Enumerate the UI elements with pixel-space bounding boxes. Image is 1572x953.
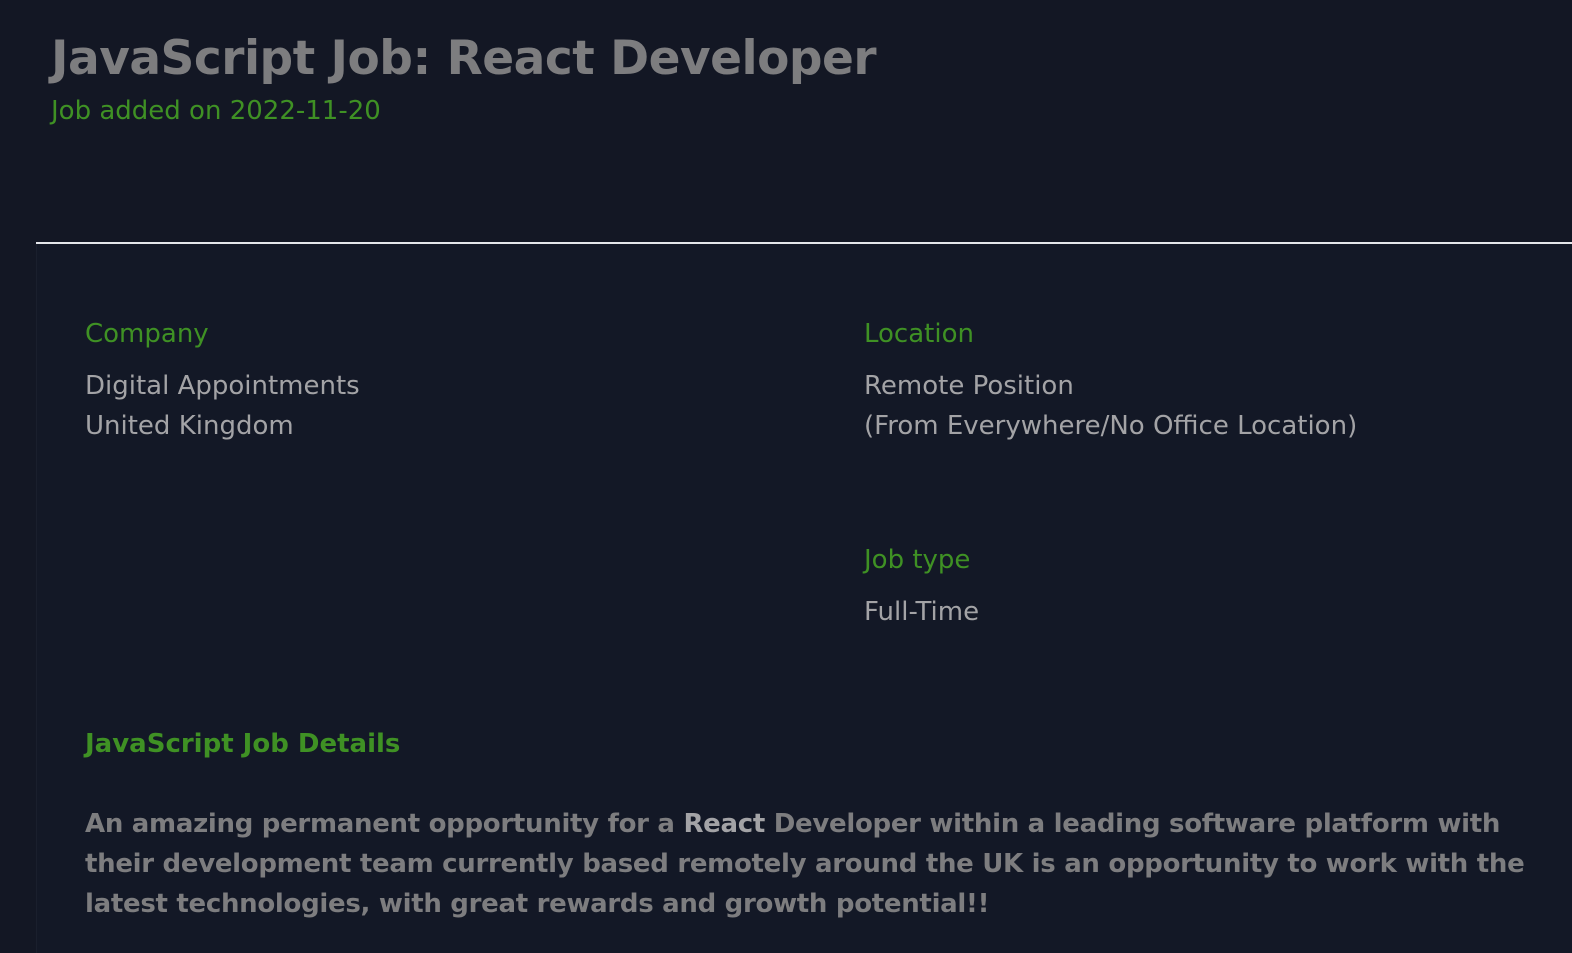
description-intro: An amazing permanent opportunity for a: [85, 809, 684, 839]
company-country: United Kingdom: [85, 411, 294, 441]
job-added-date: Job added on 2022-11-20: [51, 96, 381, 126]
location-label: Location: [864, 319, 974, 349]
job-description: An amazing permanent opportunity for a R…: [85, 804, 1555, 924]
job-details-panel: Company Digital Appointments United King…: [36, 244, 1572, 953]
job-details-heading: JavaScript Job Details: [85, 729, 401, 759]
job-type-value: Full-Time: [864, 597, 980, 627]
location-primary: Remote Position: [864, 371, 1074, 401]
company-name: Digital Appointments: [85, 371, 360, 401]
job-header: JavaScript Job: React Developer Job adde…: [51, 28, 877, 132]
location-section: Location Remote Position (From Everywher…: [864, 314, 1357, 446]
location-secondary: (From Everywhere/No Office Location): [864, 411, 1358, 441]
company-label: Company: [85, 319, 209, 349]
job-type-section: Job type Full-Time: [864, 540, 979, 632]
page-title: JavaScript Job: React Developer: [51, 31, 877, 86]
description-highlight: React: [683, 809, 765, 839]
company-section: Company Digital Appointments United King…: [85, 314, 360, 446]
job-type-label: Job type: [864, 545, 971, 575]
